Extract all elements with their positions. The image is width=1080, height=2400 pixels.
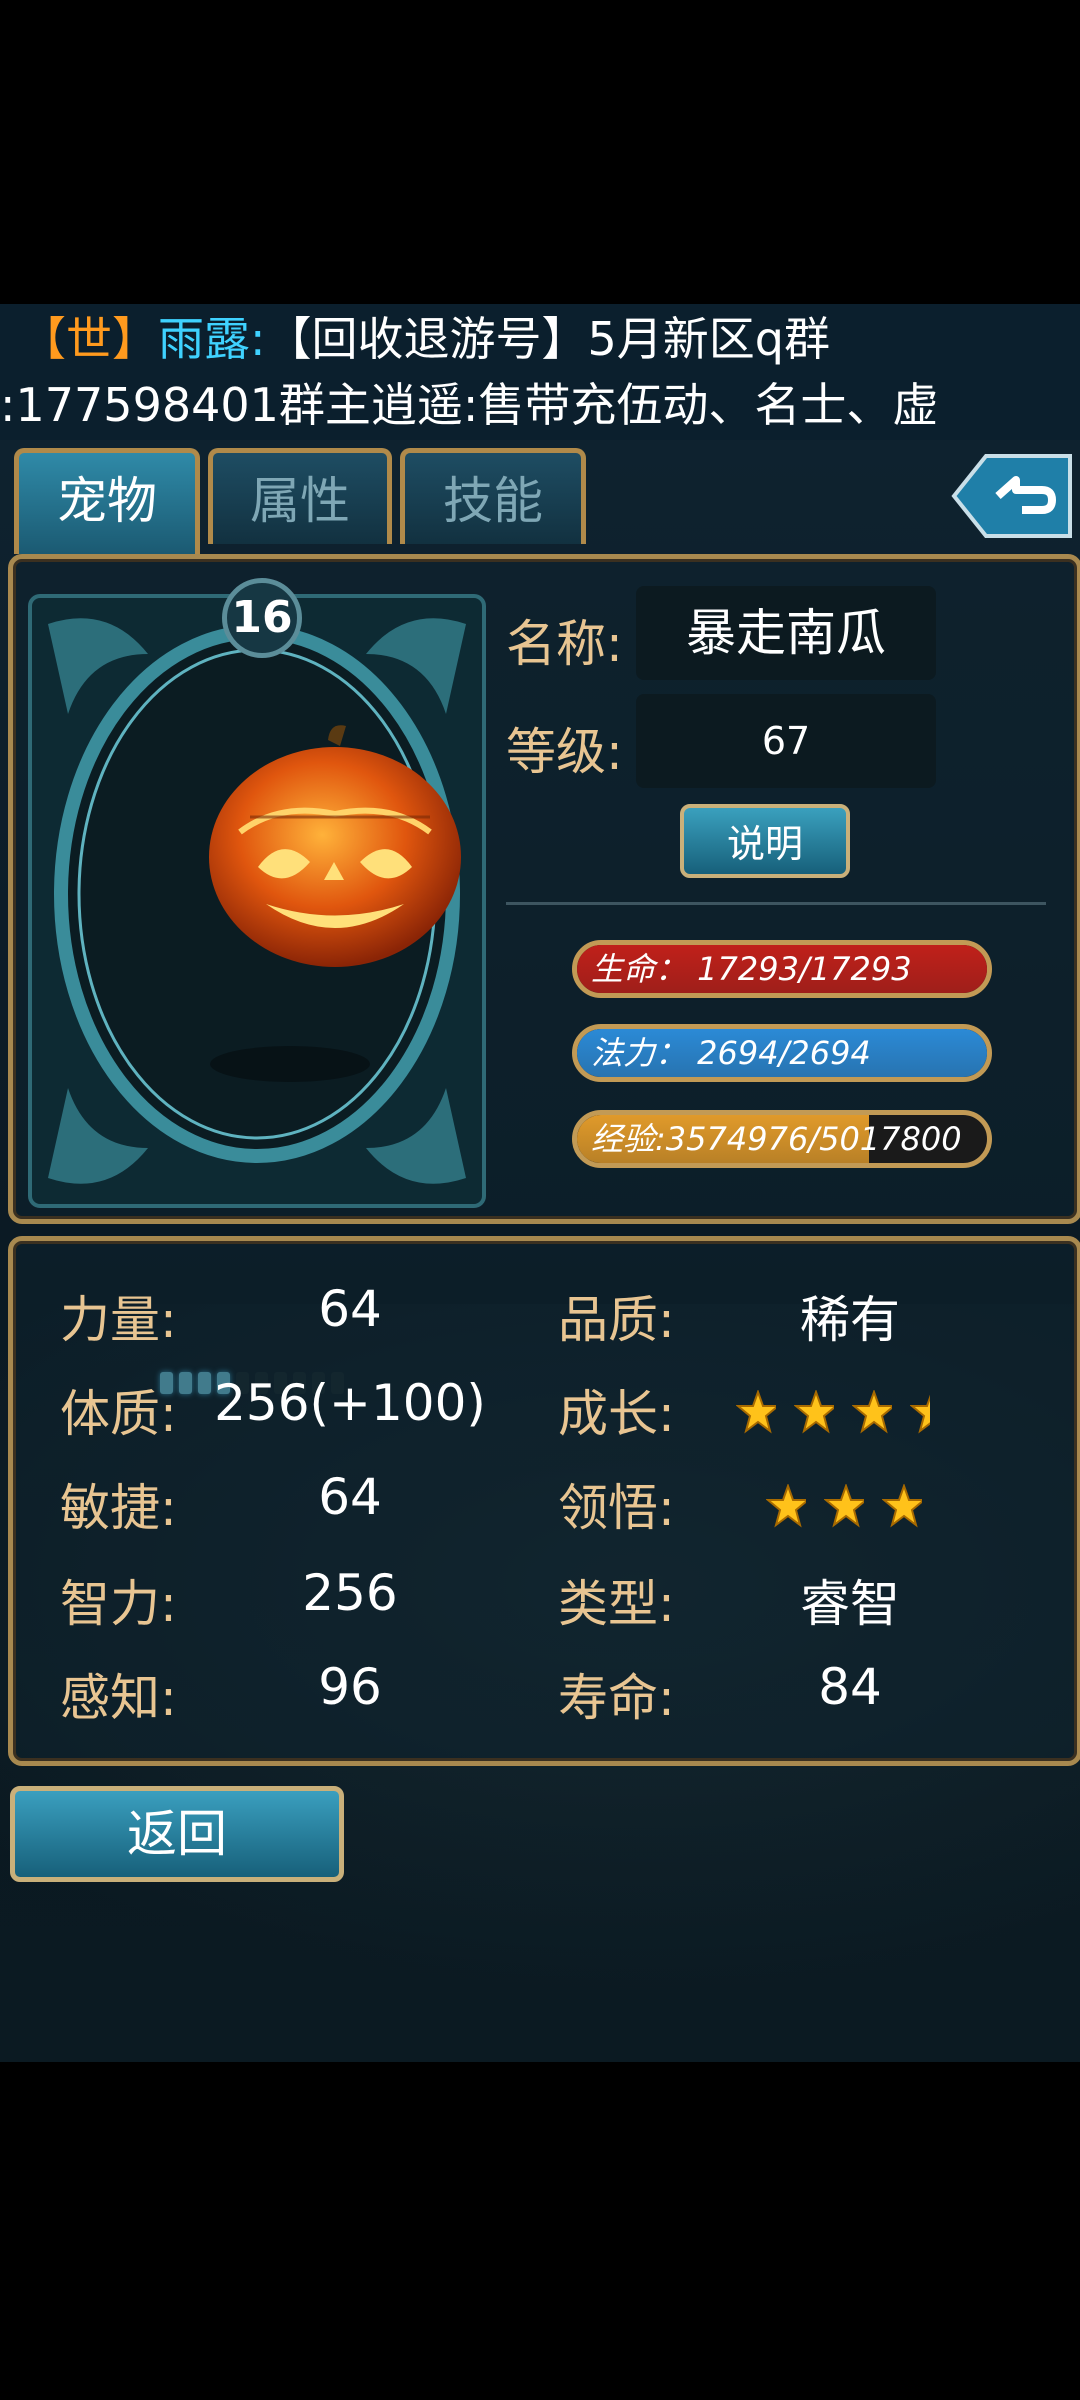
stat-value-quality: 稀有 [800,1291,900,1349]
stat-value-lifespan: 84 [818,1658,882,1716]
star-icon [824,1484,868,1532]
pet-name-value: 暴走南瓜 [636,586,936,680]
stat-value-intelligence: 256 [302,1564,398,1622]
stat-label-lifespan: 寿命: [558,1669,675,1727]
pet-name-label: 名称: [506,615,623,673]
game-screen: 【世】雨露:【回收退游号】5月新区q群 :177598401群主逍遥:售带充伍动… [0,304,1080,2062]
pet-card-level-badge: 16 [222,578,302,658]
chat-message-line2: :177598401群主逍遥:售带充伍动、名士、虚 [0,378,939,432]
mp-text: 法力： 2694/2694 [591,1034,871,1072]
stat-value-constitution: 256(+100) [214,1374,486,1432]
stat-label-strength: 力量: [60,1291,177,1349]
hp-bar: 生命： 17293/17293 [572,940,992,998]
chat-channel-tag: 【世】 [20,312,158,366]
exp-text: 经验:3574976/5017800 [591,1120,962,1158]
tab-attributes[interactable]: 属性 [208,448,392,544]
pet-level-value: 67 [636,694,936,788]
stat-label-type: 类型: [558,1575,675,1633]
stat-label-intelligence: 智力: [60,1575,177,1633]
half-star-icon [910,1390,954,1438]
exp-bar: 经验:3574976/5017800 [572,1110,992,1168]
stat-value-type: 睿智 [800,1575,900,1633]
star-icon [766,1484,810,1532]
chat-message-line1: 【回收退游号】5月新区q群 [265,312,830,366]
star-icon [794,1390,838,1438]
stat-label-constitution: 体质: [60,1385,177,1443]
stat-value-strength: 64 [318,1280,382,1338]
return-button[interactable]: 返回 [10,1786,344,1882]
hp-text: 生命： 17293/17293 [591,950,912,988]
tab-pet[interactable]: 宠物 [14,448,200,554]
pumpkin-pet-image [200,722,470,972]
world-chat-banner[interactable]: 【世】雨露:【回收退游号】5月新区q群 :177598401群主逍遥:售带充伍动… [0,304,1080,440]
growth-stars [736,1390,954,1438]
stat-label-insight: 领悟: [558,1479,675,1537]
chat-sender[interactable]: 雨露: [158,312,266,366]
mp-bar: 法力： 2694/2694 [572,1024,992,1082]
divider [506,902,1046,905]
stat-label-growth: 成长: [558,1385,675,1443]
star-icon [736,1390,780,1438]
stat-label-perception: 感知: [60,1669,177,1727]
stat-value-perception: 96 [318,1658,382,1716]
insight-stars [766,1484,926,1532]
star-icon [852,1390,896,1438]
return-arrow-icon[interactable] [950,450,1074,542]
star-icon [882,1484,926,1532]
explain-button[interactable]: 说明 [680,804,850,878]
stat-label-agility: 敏捷: [60,1479,177,1537]
stat-label-quality: 品质: [558,1291,675,1349]
tab-skills[interactable]: 技能 [400,448,586,544]
pet-level-label: 等级: [506,723,623,781]
stat-value-agility: 64 [318,1468,382,1526]
